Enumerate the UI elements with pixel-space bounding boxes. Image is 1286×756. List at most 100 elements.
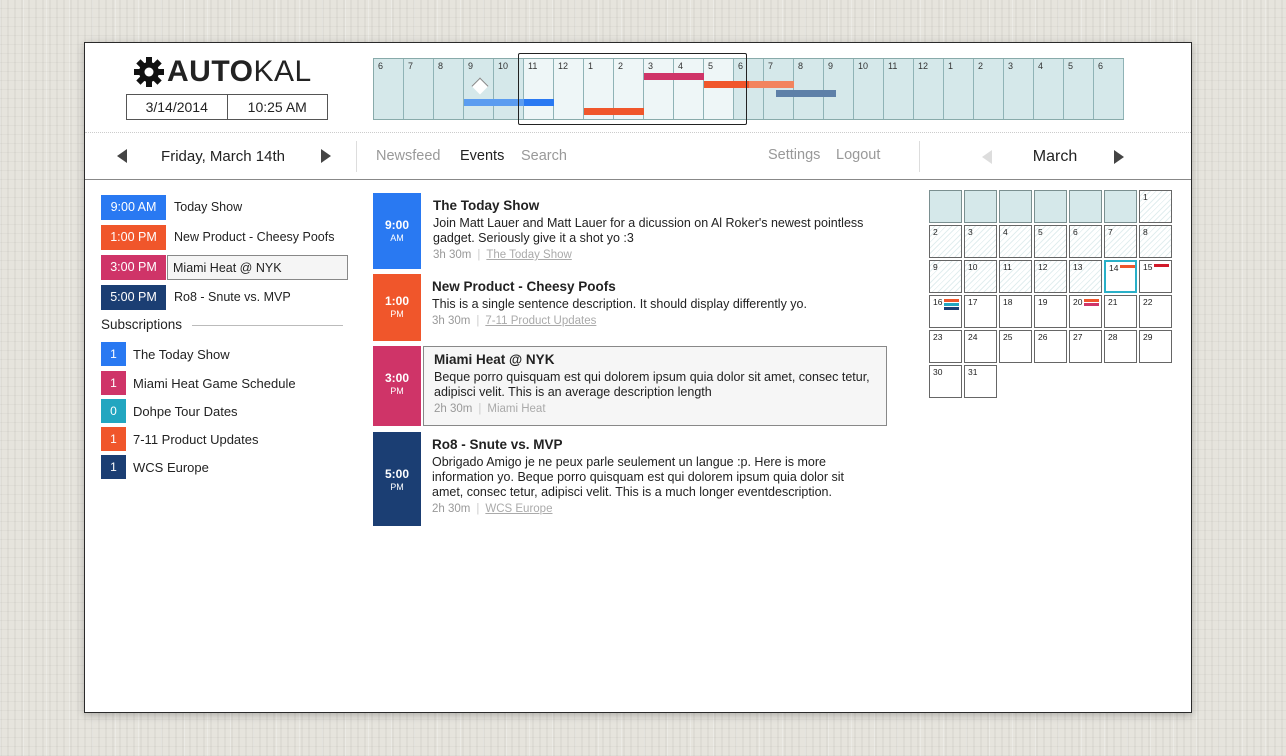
tab-events[interactable]: Events — [460, 148, 504, 164]
logout-link[interactable]: Logout — [836, 147, 880, 163]
agenda-item[interactable]: 9:00 AM Today Show — [101, 194, 248, 220]
calendar-day[interactable]: 26 — [1034, 330, 1067, 363]
calendar-event-marker — [1084, 303, 1099, 306]
calendar-day[interactable]: 3 — [964, 225, 997, 258]
calendar-day[interactable]: 29 — [1139, 330, 1172, 363]
event-source-link[interactable]: 7-11 Product Updates — [485, 315, 596, 327]
calendar-day[interactable]: 5 — [1034, 225, 1067, 258]
calendar-day-number: 30 — [933, 367, 943, 377]
settings-link[interactable]: Settings — [768, 147, 820, 163]
calendar-day[interactable]: 12 — [1034, 260, 1067, 293]
subscription-count-badge: 1 — [101, 455, 126, 479]
nav-bar: Friday, March 14th Newsfeed Events Searc… — [85, 133, 1191, 180]
calendar-day[interactable]: 22 — [1139, 295, 1172, 328]
calendar-day[interactable]: 28 — [1104, 330, 1137, 363]
calendar-day-number: 22 — [1143, 297, 1153, 307]
calendar-day[interactable]: 27 — [1069, 330, 1102, 363]
calendar-blank-cell — [1069, 190, 1102, 223]
event-title: New Product - Cheesy Poofs — [432, 279, 616, 294]
agenda-item[interactable]: 5:00 PM Ro8 - Snute vs. MVP — [101, 284, 297, 310]
logo-text-bold: AUTO — [167, 55, 254, 88]
event-body: The Today Show Join Matt Lauer and Matt … — [422, 193, 886, 266]
timeline-hour-cell: 6 — [374, 59, 404, 119]
subscription-item[interactable]: 0 Dohpe Tour Dates — [101, 399, 238, 423]
event-meridiem: PM — [390, 482, 404, 492]
calendar-day-number: 13 — [1073, 262, 1083, 272]
calendar-day-today[interactable]: 14 — [1104, 260, 1137, 293]
timeline-hour-cell: 8 — [794, 59, 824, 119]
tab-newsfeed[interactable]: Newsfeed — [376, 148, 440, 164]
calendar-day[interactable]: 17 — [964, 295, 997, 328]
calendar-day-number: 29 — [1143, 332, 1153, 342]
subscription-item[interactable]: 1 Miami Heat Game Schedule — [101, 371, 296, 395]
agenda-item[interactable]: 3:00 PM Miami Heat @ NYK — [101, 254, 348, 280]
timeline-hour-cell: 11 — [884, 59, 914, 119]
calendar-day[interactable]: 7 — [1104, 225, 1137, 258]
logo-text-light: KAL — [253, 55, 312, 88]
calendar-day[interactable]: 24 — [964, 330, 997, 363]
calendar-day[interactable]: 23 — [929, 330, 962, 363]
timeline-hour-cell: 6 — [1094, 59, 1124, 119]
next-month-arrow-icon[interactable] — [1114, 150, 1124, 164]
event-time-block: 5:00 PM — [373, 432, 421, 526]
calendar-blank-cell — [999, 190, 1032, 223]
event-card[interactable]: 9:00 AM The Today Show Join Matt Lauer a… — [373, 193, 887, 269]
event-meridiem: PM — [390, 386, 404, 396]
calendar-day[interactable]: 1 — [1139, 190, 1172, 223]
calendar-day[interactable]: 31 — [964, 365, 997, 398]
calendar-day[interactable]: 20 — [1069, 295, 1102, 328]
subscription-item[interactable]: 1 7-11 Product Updates — [101, 427, 259, 451]
calendar-day-number: 31 — [968, 367, 978, 377]
calendar-day[interactable]: 9 — [929, 260, 962, 293]
calendar-day[interactable]: 19 — [1034, 295, 1067, 328]
event-description: Obrigado Amigo je ne peux parle seulemen… — [432, 455, 845, 499]
calendar-day[interactable]: 2 — [929, 225, 962, 258]
calendar-event-marker — [1120, 265, 1135, 268]
calendar-day[interactable]: 30 — [929, 365, 962, 398]
event-title: Ro8 - Snute vs. MVP — [432, 437, 563, 452]
calendar-event-marker — [944, 307, 959, 310]
day-timeline[interactable]: 6 7 8 9 10 11 12 1 2 3 4 5 6 7 8 9 10 11 12 1 2 3 4 5 6 — [373, 58, 1124, 120]
event-card[interactable]: 5:00 PM Ro8 - Snute vs. MVP Obrigado Ami… — [373, 432, 887, 526]
calendar-event-marker — [1154, 264, 1169, 267]
calendar-day-number: 4 — [1003, 227, 1008, 237]
event-source-link[interactable]: Miami Heat — [487, 403, 545, 415]
subscription-item[interactable]: 1 The Today Show — [101, 342, 230, 366]
event-duration: 2h 30m — [434, 403, 473, 415]
calendar-day[interactable]: 18 — [999, 295, 1032, 328]
timeline-event-bar[interactable] — [776, 90, 836, 97]
event-card[interactable]: 1:00 PM New Product - Cheesy Poofs This … — [373, 274, 887, 341]
next-day-arrow-icon[interactable] — [321, 149, 331, 163]
calendar-day[interactable]: 13 — [1069, 260, 1102, 293]
nav-divider — [356, 141, 357, 172]
event-source-link[interactable]: The Today Show — [486, 249, 571, 261]
event-source-link[interactable]: WCS Europe — [485, 503, 552, 515]
calendar-day[interactable]: 8 — [1139, 225, 1172, 258]
event-card-selected[interactable]: 3:00 PM Miami Heat @ NYK Beque porro qui… — [373, 346, 887, 426]
nav-divider — [919, 141, 920, 172]
calendar-day[interactable]: 6 — [1069, 225, 1102, 258]
calendar-day-number: 14 — [1109, 263, 1119, 273]
prev-month-arrow-icon[interactable] — [982, 150, 992, 164]
calendar-day[interactable]: 16 — [929, 295, 962, 328]
calendar-day[interactable]: 15 — [1139, 260, 1172, 293]
calendar-day[interactable]: 10 — [964, 260, 997, 293]
tab-search[interactable]: Search — [521, 148, 567, 164]
subscription-name: The Today Show — [133, 346, 230, 362]
calendar-day[interactable]: 21 — [1104, 295, 1137, 328]
timeline-viewport-window[interactable] — [518, 53, 747, 125]
agenda-title: Today Show — [174, 199, 243, 214]
timeline-hour-cell: 1 — [944, 59, 974, 119]
subscription-item[interactable]: 1 WCS Europe — [101, 455, 209, 479]
timeline-hour-cell: 4 — [1034, 59, 1064, 119]
prev-day-arrow-icon[interactable] — [117, 149, 127, 163]
calendar-blank-cell — [929, 190, 962, 223]
calendar-day[interactable]: 25 — [999, 330, 1032, 363]
app-window: AUTOKAL 3/14/2014 10:25 AM 6 7 8 9 10 11 12 1 2 3… — [84, 42, 1192, 713]
calendar-day-number: 20 — [1073, 297, 1083, 307]
event-hour: 3:00 — [384, 371, 410, 385]
calendar-day[interactable]: 4 — [999, 225, 1032, 258]
current-day-label: Friday, March 14th — [161, 148, 285, 165]
agenda-item[interactable]: 1:00 PM New Product - Cheesy Poofs — [101, 224, 341, 250]
calendar-day[interactable]: 11 — [999, 260, 1032, 293]
